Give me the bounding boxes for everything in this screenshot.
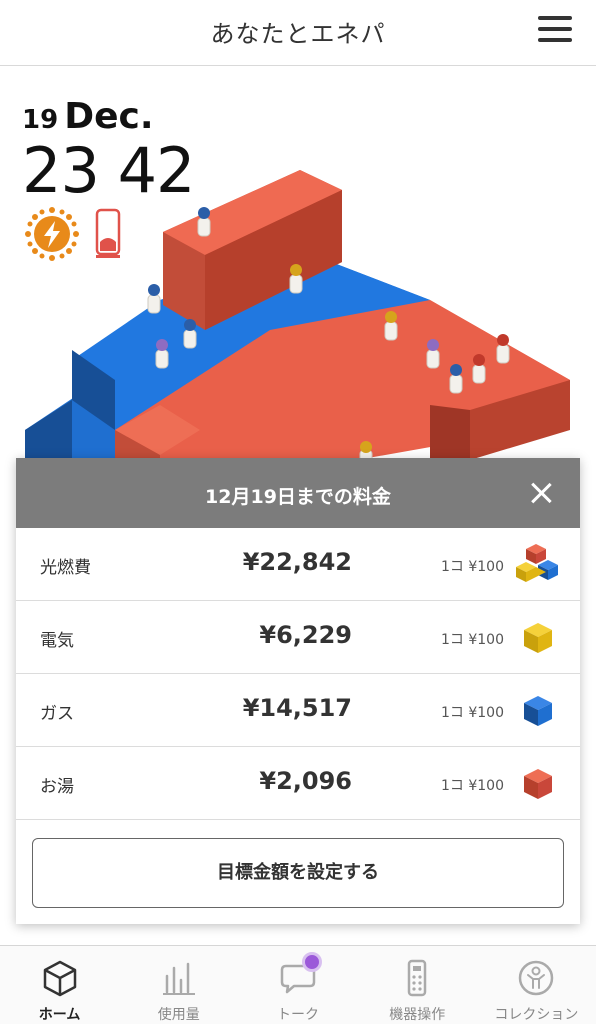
fee-panel: 12月19日までの料金 光燃費 ¥22,842 1コ ¥100 電気 ¥6,22… xyxy=(16,458,580,924)
tab-collection[interactable]: コレクション xyxy=(477,946,596,1024)
fee-row-gas[interactable]: ガス ¥14,517 1コ ¥100 xyxy=(16,674,580,747)
fee-amount: ¥2,096 xyxy=(259,767,352,795)
tab-label: コレクション xyxy=(494,1007,579,1023)
fee-row-hot-water[interactable]: お湯 ¥2,096 1コ ¥100 xyxy=(16,747,580,820)
hamburger-menu-icon[interactable] xyxy=(538,16,572,44)
panel-header: 12月19日までの料金 xyxy=(16,458,580,528)
fee-amount: ¥22,842 xyxy=(242,548,352,576)
bar-chart-icon xyxy=(162,962,195,995)
app-title: あなたとエネパ xyxy=(210,20,386,48)
collection-figure-icon xyxy=(519,960,554,996)
app-header: あなたとエネパ xyxy=(0,0,596,66)
fee-row-electricity[interactable]: 電気 ¥6,229 1コ ¥100 xyxy=(16,601,580,674)
clock-month: Dec. xyxy=(64,96,154,137)
phone-icon xyxy=(95,208,121,258)
tab-device-control[interactable]: 機器操作 xyxy=(358,946,477,1024)
tab-label: ホーム xyxy=(38,1007,81,1023)
fee-label: お湯 xyxy=(40,777,74,797)
tab-usage[interactable]: 使用量 xyxy=(119,946,238,1024)
tab-home[interactable]: ホーム xyxy=(0,946,119,1024)
red-cube-icon xyxy=(524,769,552,799)
fee-unit: 1コ ¥100 xyxy=(441,559,504,575)
clock-time: 23 42 xyxy=(22,134,195,207)
fee-unit: 1コ ¥100 xyxy=(441,705,504,721)
clock-date: 19 Dec. xyxy=(22,96,154,137)
panel-title: 12月19日までの料金 xyxy=(205,486,391,508)
sun-lightning-icon xyxy=(25,207,79,261)
fee-label: ガス xyxy=(40,704,74,724)
fee-row-total[interactable]: 光燃費 ¥22,842 1コ ¥100 xyxy=(16,528,580,601)
close-icon[interactable] xyxy=(528,480,554,506)
yellow-cube-icon xyxy=(524,623,552,653)
bottom-tab-bar: ホーム 使用量 トーク 機器操作 コレクション xyxy=(0,945,596,1024)
fee-label: 光燃費 xyxy=(40,558,91,578)
tab-label: 機器操作 xyxy=(389,1007,446,1023)
cube-icon xyxy=(43,960,76,997)
tab-label: トーク xyxy=(277,1007,319,1023)
fee-amount: ¥6,229 xyxy=(259,621,352,649)
notification-badge xyxy=(302,952,323,972)
status-icons xyxy=(24,206,122,262)
fee-unit: 1コ ¥100 xyxy=(441,632,504,648)
tab-label: 使用量 xyxy=(157,1007,200,1023)
fee-label: 電気 xyxy=(40,631,74,651)
mixed-cubes-icon xyxy=(516,544,558,582)
remote-control-icon xyxy=(407,959,427,997)
tab-talk[interactable]: トーク xyxy=(238,946,357,1024)
clock-day: 19 xyxy=(22,105,59,135)
fee-amount: ¥14,517 xyxy=(242,694,352,722)
blue-cube-icon xyxy=(524,696,552,726)
set-target-amount-button[interactable]: 目標金額を設定する xyxy=(32,838,564,908)
fee-unit: 1コ ¥100 xyxy=(441,778,504,794)
isometric-energy-scene: 19 Dec. 23 42 xyxy=(0,66,596,486)
